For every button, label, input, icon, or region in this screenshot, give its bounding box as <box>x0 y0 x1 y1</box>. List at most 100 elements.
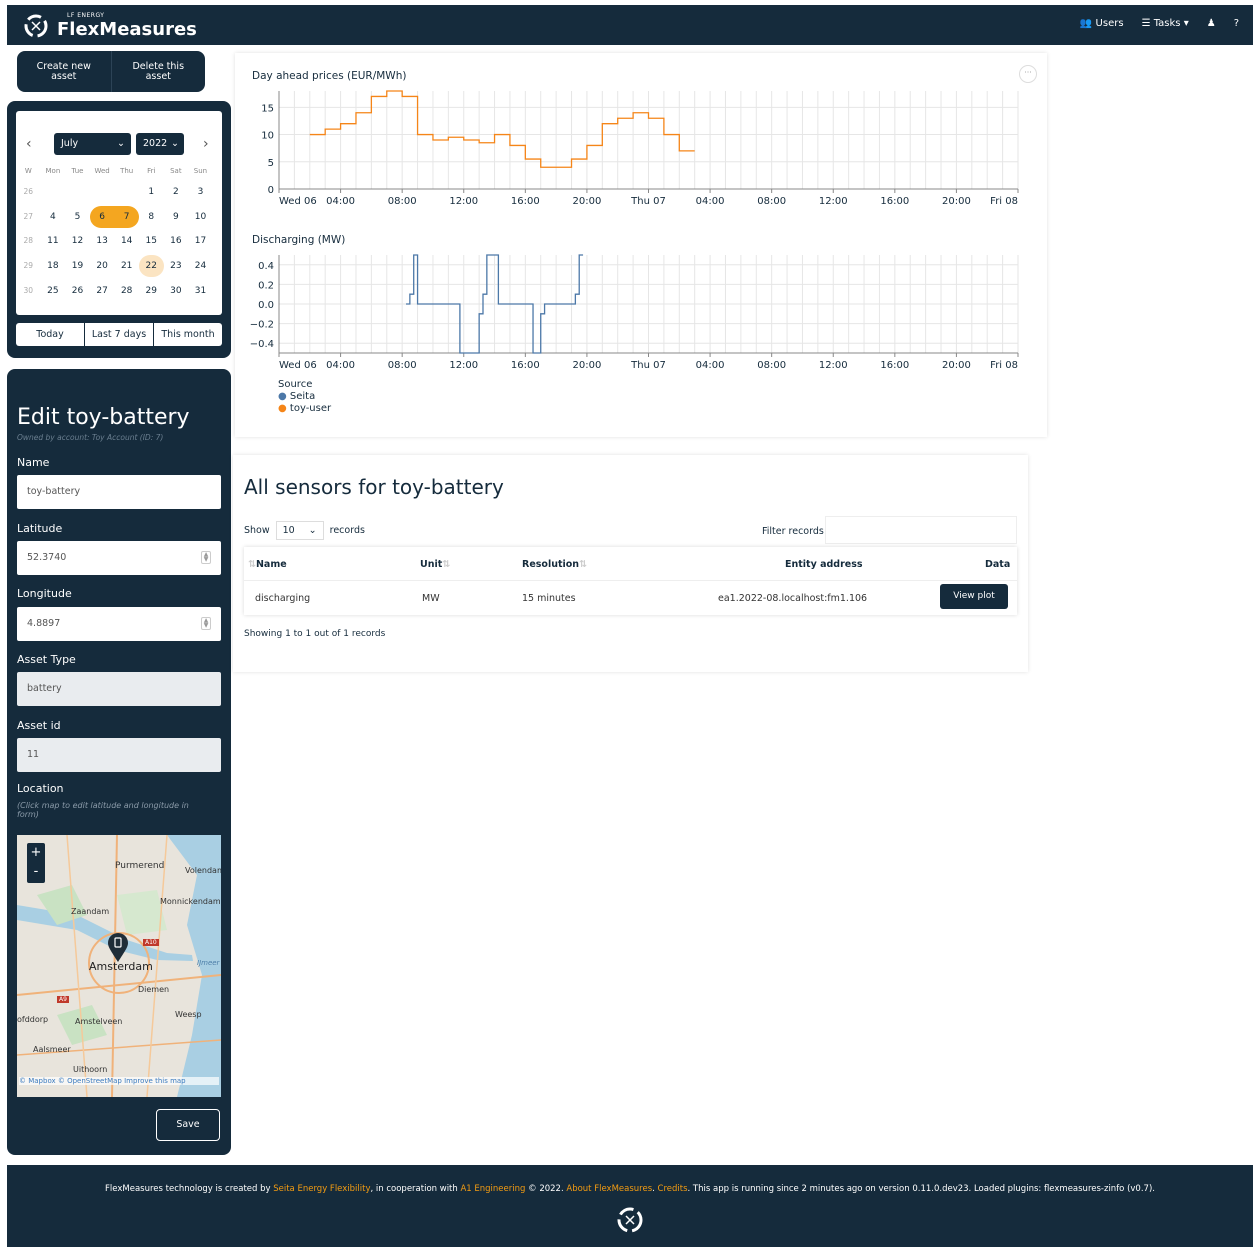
weekday-label: Tue <box>71 167 84 175</box>
battery-marker-icon[interactable] <box>107 933 129 963</box>
calendar-day[interactable]: 12 <box>65 230 90 252</box>
calendar-day[interactable]: 2 <box>164 181 189 203</box>
zoom-control: + - <box>27 843 45 883</box>
seita-link[interactable]: Seita Energy Flexibility <box>273 1184 370 1194</box>
zoom-out-button[interactable]: - <box>27 862 45 881</box>
legend-item-toy-user[interactable]: ● toy-user <box>278 403 331 415</box>
next-month-icon[interactable]: › <box>203 136 209 152</box>
calendar-day[interactable]: 15 <box>139 230 164 252</box>
sensors-card: All sensors for toy-battery Show 10 ⌄ re… <box>233 455 1028 672</box>
map-attribution[interactable]: © Mapbox © OpenStreetMap Improve this ma… <box>19 1077 219 1085</box>
y-tick-label: −0.4 <box>250 339 274 350</box>
prev-month-icon[interactable]: ‹ <box>26 136 32 152</box>
calendar-week: 27 4 5 6 7 8 9 10 <box>16 205 222 228</box>
calendar-day[interactable]: 16 <box>164 230 189 252</box>
calendar-day[interactable]: 28 <box>114 280 139 302</box>
longitude-field[interactable]: 4.8897 ▲ ▼ <box>17 607 221 641</box>
calendar-week: 30 25 26 27 28 29 30 31 <box>16 280 222 302</box>
quick-range-this-month-button[interactable]: This month <box>154 323 222 346</box>
zoom-in-button[interactable]: + <box>27 843 45 862</box>
a1-link[interactable]: A1 Engineering <box>460 1184 525 1194</box>
calendar-day[interactable]: 5 <box>65 206 90 228</box>
filter-label: Filter records: <box>762 526 828 537</box>
top-navbar: LF ENERGY FlexMeasures 👥 Users ☰ Tasks ▾… <box>7 5 1253 45</box>
col-name[interactable]: ⇅Name <box>248 559 287 570</box>
week-number: 29 <box>23 261 34 271</box>
longitude-label: Longitude <box>17 587 72 600</box>
prices-chart: 15 10 5 0 Wed 06 04:00 08:00 12:00 16:00 20:00 Thu… <box>261 90 1019 207</box>
x-tick-label: 04:00 <box>696 196 725 207</box>
month-select[interactable]: July ⌄ <box>54 133 131 155</box>
help-link[interactable]: ? <box>1234 18 1239 29</box>
map-label-diemen: Diemen <box>138 985 170 994</box>
y-tick-label: 5 <box>268 158 274 169</box>
records-label: records <box>329 525 365 536</box>
brand-logo[interactable]: LF ENERGY FlexMeasures <box>21 11 197 40</box>
view-plot-button[interactable]: View plot <box>940 584 1008 609</box>
weekday-label: Sun <box>193 167 208 175</box>
quick-range-today-button[interactable]: Today <box>16 323 85 346</box>
nav-users[interactable]: 👥 Users <box>1080 18 1124 29</box>
quick-range-buttons: Today Last 7 days This month <box>16 323 222 346</box>
calendar-day[interactable]: 29 <box>139 280 164 302</box>
quick-range-last-7-days-button[interactable]: Last 7 days <box>85 323 154 346</box>
page-title: Edit toy-battery <box>17 405 190 430</box>
calendar-day[interactable]: 21 <box>114 255 139 277</box>
calendar-day[interactable]: 7 <box>114 205 139 228</box>
calendar-day[interactable]: 30 <box>164 280 189 302</box>
calendar-day[interactable]: 31 <box>188 280 213 302</box>
legend-item-seita[interactable]: ● Seita <box>278 391 331 403</box>
calendar-day[interactable]: 24 <box>188 255 213 277</box>
map-label-zaandam: Zaandam <box>71 907 110 916</box>
name-field[interactable]: toy-battery <box>17 475 221 509</box>
calendar-day <box>114 181 139 203</box>
filter-input[interactable] <box>825 516 1017 544</box>
legend-title: Source <box>278 379 313 390</box>
map-label-ijmeer: IJmeer <box>197 959 220 967</box>
save-button[interactable]: Save <box>156 1109 220 1141</box>
x-tick-label: 16:00 <box>511 196 540 207</box>
flexmeasures-logo-icon <box>24 14 48 37</box>
calendar-day[interactable]: 8 <box>139 206 164 228</box>
weekday-label: Sat <box>170 167 182 175</box>
calendar-day[interactable]: 20 <box>90 255 115 277</box>
calendar-day[interactable]: 14 <box>114 230 139 252</box>
location-map[interactable]: + - Purmerend Volendam Monnickendam Zaan… <box>17 835 221 1097</box>
nav-tasks[interactable]: ☰ Tasks ▾ <box>1142 18 1189 29</box>
user-icon[interactable]: ♟ <box>1207 18 1216 29</box>
calendar-day[interactable]: 22 <box>138 255 164 278</box>
calendar-day[interactable]: 25 <box>41 280 66 302</box>
calendar-day[interactable]: 18 <box>41 255 66 277</box>
year-select[interactable]: 2022 ⌄ <box>136 133 184 155</box>
col-resolution[interactable]: Resolution⇅ <box>522 559 587 570</box>
calendar-day[interactable]: 10 <box>188 206 213 228</box>
legend-dot-icon: ● <box>278 403 290 414</box>
calendar-day[interactable]: 3 <box>188 181 213 203</box>
calendar-week: 29 18 19 20 21 22 23 24 <box>16 255 222 278</box>
week-number: 27 <box>23 211 34 221</box>
name-label: Name <box>17 456 50 469</box>
calendar-day[interactable]: 6 <box>89 205 115 228</box>
delete-asset-button[interactable]: Delete this asset <box>112 51 206 92</box>
calendar-day[interactable]: 19 <box>65 255 90 277</box>
x-tick-label: Wed 06 <box>279 196 317 207</box>
sensors-table: ⇅Name Unit⇅ Resolution⇅ Entity address D… <box>244 547 1017 615</box>
calendar-day[interactable]: 13 <box>90 230 115 252</box>
calendar-day[interactable]: 9 <box>164 206 189 228</box>
asset-actions: Create new asset Delete this asset <box>17 51 205 92</box>
calendar-day[interactable]: 11 <box>41 230 66 252</box>
calendar-day[interactable]: 27 <box>90 280 115 302</box>
credits-link[interactable]: Credits <box>658 1184 688 1194</box>
latitude-field[interactable]: 52.3740 ▲ ▼ <box>17 541 221 575</box>
page-size-select[interactable]: 10 ⌄ <box>275 521 324 540</box>
calendar-day[interactable]: 26 <box>65 280 90 302</box>
x-tick-label: 08:00 <box>388 196 417 207</box>
y-tick-label: 0.0 <box>258 300 274 311</box>
calendar-day[interactable]: 1 <box>139 181 164 203</box>
about-link[interactable]: About FlexMeasures <box>566 1184 652 1194</box>
col-unit[interactable]: Unit⇅ <box>420 559 450 570</box>
calendar-day[interactable]: 4 <box>41 206 66 228</box>
calendar-day[interactable]: 23 <box>164 255 189 277</box>
calendar-day[interactable]: 17 <box>188 230 213 252</box>
create-asset-button[interactable]: Create new asset <box>17 51 112 92</box>
